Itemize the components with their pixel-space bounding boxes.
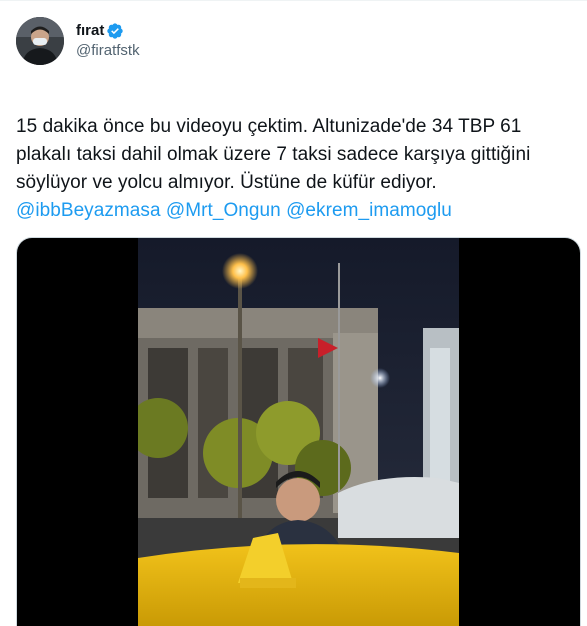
tweet-header: fırat @firatfstk	[16, 15, 140, 67]
tweet-body: 15 dakika önce bu videoyu çektim. Altuni…	[16, 85, 576, 253]
mention-link-mrt-ongun[interactable]: @Mrt_Ongun	[166, 200, 281, 221]
avatar[interactable]	[16, 17, 64, 65]
mention-link-ekrem-imamoglu[interactable]: @ekrem_imamoglu	[286, 200, 452, 221]
tweet-card[interactable]: fırat @firatfstk 15 dakika önce bu video…	[0, 0, 587, 626]
author-names: fırat @firatfstk	[76, 21, 140, 61]
video-thumbnail[interactable]	[138, 238, 459, 626]
tweet-text: 15 dakika önce bu videoyu çektim. Altuni…	[16, 116, 531, 193]
mention-link-ibbbeyazmasa[interactable]: @ibbBeyazmasa	[16, 200, 161, 221]
video-player[interactable]	[16, 237, 581, 626]
author-display-name[interactable]: fırat	[76, 21, 104, 41]
verified-badge-icon	[106, 22, 124, 40]
mentions-row: @ibbBeyazmasa @Mrt_Ongun @ekrem_imamoglu	[16, 197, 576, 225]
author-handle[interactable]: @firatfstk	[76, 41, 140, 61]
